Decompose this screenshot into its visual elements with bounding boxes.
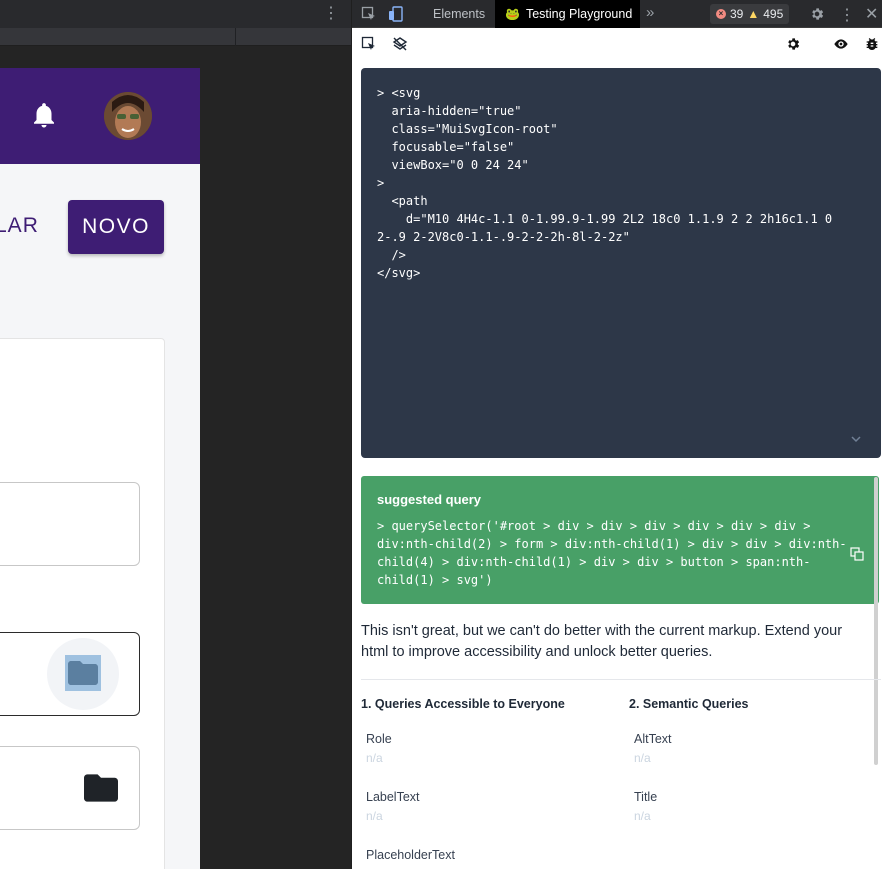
playground-toolbar [352,29,882,59]
file-field[interactable] [0,746,140,830]
layers-off-icon[interactable] [392,36,408,52]
more-options-icon[interactable]: ⋮ [839,5,855,25]
scrollbar[interactable] [874,477,878,765]
hint-text: This isn't great, but we can't do better… [361,623,843,660]
inspected-element-highlight [65,655,101,691]
select-element-icon[interactable] [361,36,377,52]
code-text: > <svg aria-hidden="true" class="MuiSvgI… [377,86,833,280]
query-label-labeltext[interactable]: LabelText [366,790,420,804]
inspect-icon[interactable] [361,6,377,22]
copy-icon[interactable] [850,547,864,561]
close-icon[interactable]: ✕ [865,4,878,24]
frog-icon: 🐸 [505,7,520,21]
devtools-tabbar: Elements 🐸 Testing Playground » × 39 ▲ 4… [352,0,882,28]
query-label-placeholdertext[interactable]: PlaceholderText [366,848,455,862]
page-gutter [200,46,351,869]
query-value-title: n/a [634,809,651,823]
new-button[interactable]: NOVO [68,200,164,254]
error-icon: × [716,9,726,19]
tab-label: Testing Playground [525,7,633,21]
text-field[interactable] [0,482,140,566]
avatar[interactable] [104,92,152,140]
warning-icon: ▲ [747,7,760,21]
query-label-role[interactable]: Role [366,732,392,746]
suggested-query-box: suggested query > querySelector('#root >… [361,476,879,604]
more-tabs-icon[interactable]: » [646,4,654,21]
ruler-separator [235,28,236,46]
more-options-icon[interactable]: ⋮ [323,6,339,22]
suggested-query-title: suggested query [377,492,482,507]
folder-icon[interactable] [65,655,101,691]
error-count: 39 [730,7,744,21]
divider [361,679,881,680]
browser-topbar: ⋮ [0,0,351,28]
devtools-panel: Elements 🐸 Testing Playground » × 39 ▲ 4… [351,0,882,869]
warning-count: 495 [763,7,784,21]
query-label-alttext[interactable]: AltText [634,732,672,746]
semantic-queries-heading: 2. Semantic Queries [629,697,749,711]
bell-icon[interactable] [29,99,59,131]
accessible-queries-heading: 1. Queries Accessible to Everyone [361,697,565,711]
avatar-image [104,92,152,140]
tab-elements[interactable]: Elements [433,7,485,21]
folder-icon[interactable] [84,774,118,802]
cancel-button[interactable]: ELAR [0,214,39,238]
gear-icon[interactable] [785,36,801,52]
query-label-title[interactable]: Title [634,790,657,804]
query-value-role: n/a [366,751,383,765]
browser-ruler [0,28,351,46]
bug-icon[interactable] [864,36,880,52]
app-bar [0,68,200,164]
element-code-preview[interactable]: > <svg aria-hidden="true" class="MuiSvgI… [361,68,881,458]
tab-testing-playground[interactable]: 🐸 Testing Playground [495,0,640,28]
chevron-down-icon[interactable] [849,432,863,446]
settings-gear-icon[interactable] [809,6,825,22]
eye-icon[interactable] [833,36,849,52]
device-toolbar-icon[interactable] [388,6,404,22]
suggested-query-code[interactable]: > querySelector('#root > div > div > div… [377,517,857,589]
query-value-labeltext: n/a [366,809,383,823]
app-page: ELAR NOVO [0,68,200,869]
query-value-alttext: n/a [634,751,651,765]
issue-counts[interactable]: × 39 ▲ 495 [710,4,790,24]
